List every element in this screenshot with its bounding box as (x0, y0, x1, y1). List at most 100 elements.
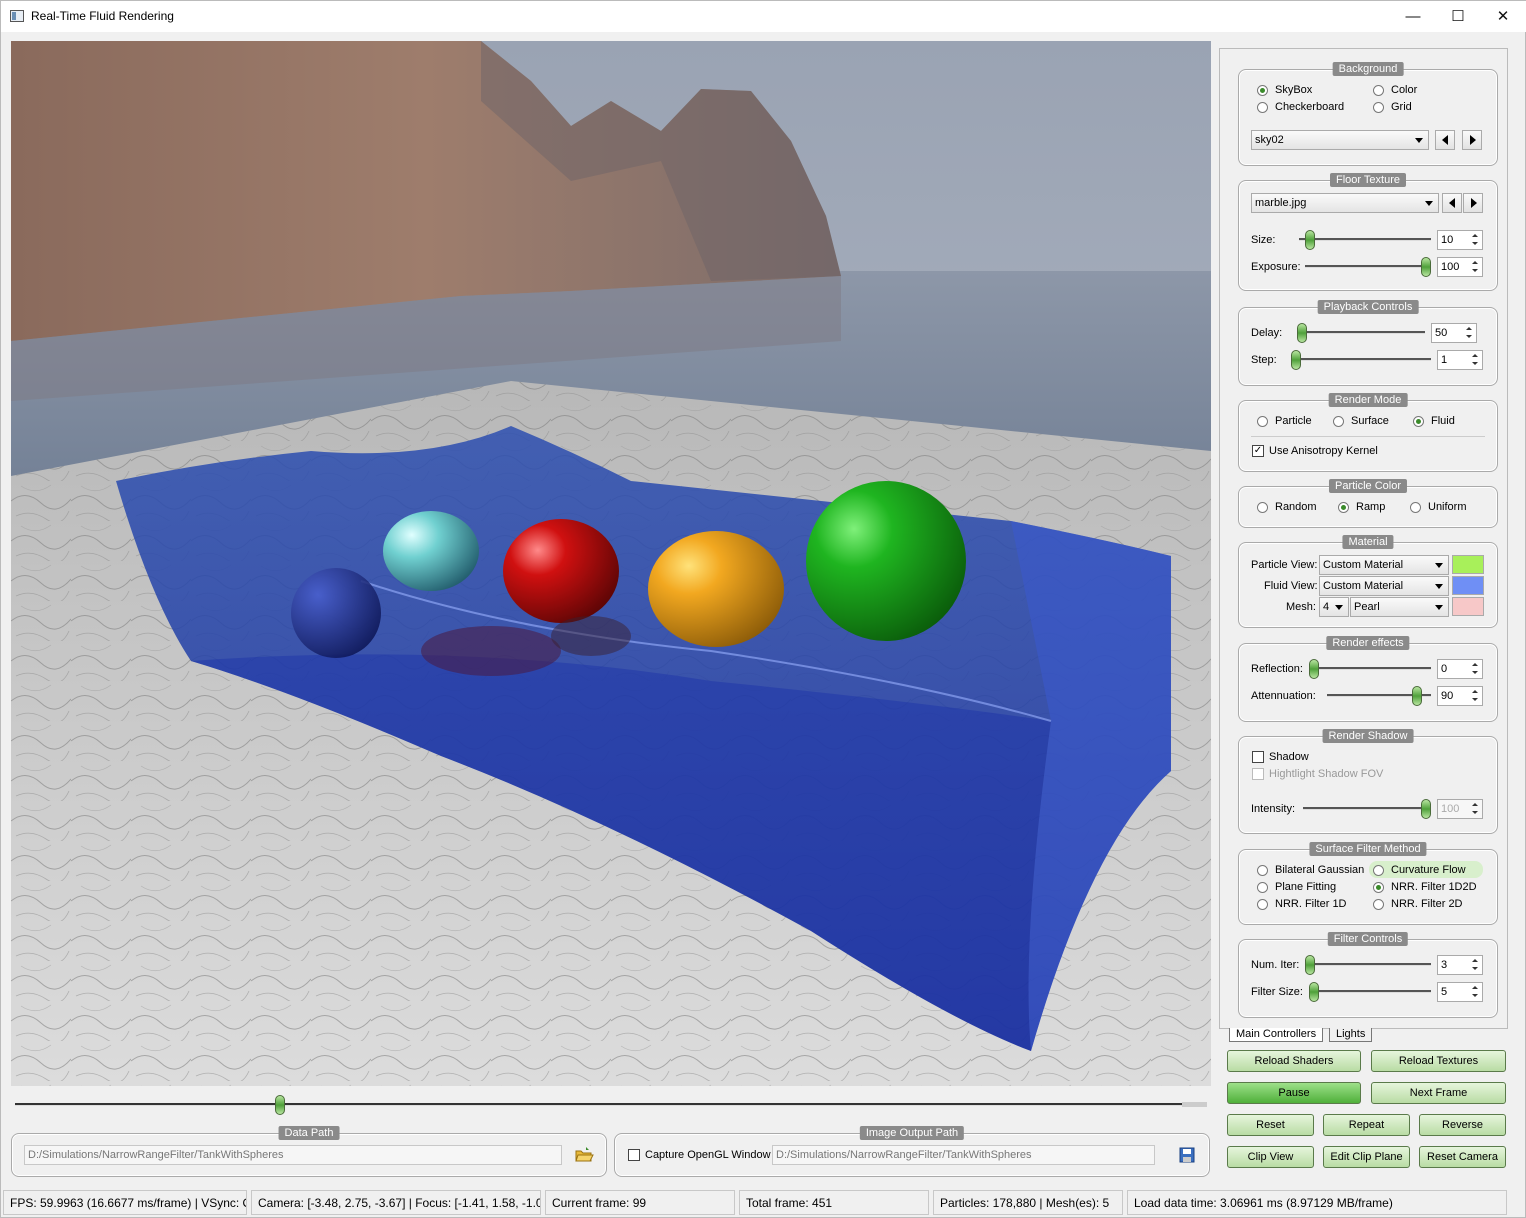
spin-down-icon[interactable] (1469, 669, 1481, 677)
checkerboard-radio[interactable] (1257, 102, 1268, 113)
floor-texture-select[interactable]: marble.jpg (1251, 193, 1439, 213)
tab-lights[interactable]: Lights (1329, 1028, 1373, 1042)
spin-down-icon[interactable] (1469, 267, 1481, 275)
skybox-select[interactable]: sky02 (1251, 130, 1429, 150)
intensity-slider[interactable] (1303, 799, 1431, 819)
delay-spinbox[interactable]: 50 (1431, 323, 1477, 343)
fluid-color-swatch[interactable] (1452, 576, 1484, 595)
reflection-spinbox[interactable]: 0 (1437, 659, 1483, 679)
capture-opengl-checkbox[interactable] (628, 1149, 640, 1161)
reset-camera-button[interactable]: Reset Camera (1419, 1146, 1506, 1168)
image-output-field[interactable]: D:/Simulations/NarrowRangeFilter/TankWit… (772, 1145, 1155, 1165)
folder-open-icon[interactable] (573, 1145, 595, 1165)
minimize-button[interactable]: — (1390, 1, 1436, 32)
nrr-filter-2d-radio[interactable] (1373, 899, 1384, 910)
reflection-slider[interactable] (1309, 659, 1431, 679)
maximize-button[interactable]: ☐ (1435, 1, 1481, 32)
spin-down-icon[interactable] (1469, 992, 1481, 1000)
spin-up-icon[interactable] (1469, 801, 1481, 809)
color-radio[interactable] (1373, 85, 1384, 96)
clip-view-button[interactable]: Clip View (1227, 1146, 1314, 1168)
timeline-slider[interactable] (15, 1095, 1207, 1115)
spin-up-icon[interactable] (1469, 688, 1481, 696)
fluid-view-select[interactable]: Custom Material (1319, 576, 1449, 596)
reset-button[interactable]: Reset (1227, 1114, 1314, 1136)
reverse-button[interactable]: Reverse (1419, 1114, 1506, 1136)
size-spinbox[interactable]: 10 (1437, 230, 1483, 250)
size-slider[interactable] (1299, 230, 1431, 250)
bilateral-gaussian-radio[interactable] (1257, 865, 1268, 876)
attenuation-spinbox[interactable]: 90 (1437, 686, 1483, 706)
spin-up-icon[interactable] (1469, 661, 1481, 669)
size-slider-handle[interactable] (1305, 230, 1315, 250)
spin-down-icon[interactable] (1469, 696, 1481, 704)
reflection-slider-handle[interactable] (1309, 659, 1319, 679)
delay-slider-handle[interactable] (1297, 323, 1307, 343)
surface-mode-radio[interactable] (1333, 416, 1344, 427)
plane-fitting-radio[interactable] (1257, 882, 1268, 893)
exposure-spinbox[interactable]: 100 (1437, 257, 1483, 277)
nrr-filter-1d-radio[interactable] (1257, 899, 1268, 910)
mesh-material-select[interactable]: Pearl (1350, 597, 1449, 617)
reload-textures-button[interactable]: Reload Textures (1371, 1050, 1506, 1072)
tab-main-controllers[interactable]: Main Controllers (1229, 1028, 1324, 1042)
spin-up-icon[interactable] (1469, 352, 1481, 360)
attenuation-slider-handle[interactable] (1412, 686, 1422, 706)
spin-up-icon[interactable] (1469, 232, 1481, 240)
nrr-filter-1d2d-radio[interactable] (1373, 882, 1384, 893)
uniform-color-radio[interactable] (1410, 502, 1421, 513)
floor-texture-next-button[interactable] (1463, 193, 1483, 213)
reload-shaders-button[interactable]: Reload Shaders (1227, 1050, 1361, 1072)
skybox-prev-button[interactable] (1435, 130, 1455, 150)
spin-down-icon[interactable] (1469, 809, 1481, 817)
curvature-flow-radio[interactable] (1373, 865, 1384, 876)
step-slider-handle[interactable] (1291, 350, 1301, 370)
intensity-spinbox[interactable]: 100 (1437, 799, 1483, 819)
spin-down-icon[interactable] (1463, 333, 1475, 341)
mesh-index-select[interactable]: 4 (1319, 597, 1349, 617)
fluid-mode-radio[interactable] (1413, 416, 1424, 427)
exposure-slider-handle[interactable] (1421, 257, 1431, 277)
spin-down-icon[interactable] (1469, 360, 1481, 368)
spin-up-icon[interactable] (1469, 984, 1481, 992)
spin-down-icon[interactable] (1469, 240, 1481, 248)
filter-size-slider-handle[interactable] (1309, 982, 1319, 1002)
ramp-color-radio[interactable] (1338, 502, 1349, 513)
filter-size-spinbox[interactable]: 5 (1437, 982, 1483, 1002)
num-iter-slider[interactable] (1305, 955, 1431, 975)
anisotropy-checkbox[interactable]: ✓ (1252, 445, 1264, 457)
step-spinbox[interactable]: 1 (1437, 350, 1483, 370)
highlight-shadow-checkbox[interactable] (1252, 768, 1264, 780)
particle-color-swatch[interactable] (1452, 555, 1484, 574)
skybox-radio[interactable] (1257, 85, 1268, 96)
attenuation-slider[interactable] (1327, 686, 1431, 706)
repeat-button[interactable]: Repeat (1323, 1114, 1410, 1136)
num-iter-spinbox[interactable]: 3 (1437, 955, 1483, 975)
grid-radio[interactable] (1373, 102, 1384, 113)
spin-up-icon[interactable] (1469, 957, 1481, 965)
filter-size-slider[interactable] (1309, 982, 1431, 1002)
spin-up-icon[interactable] (1463, 325, 1475, 333)
shadow-checkbox[interactable] (1252, 751, 1264, 763)
data-path-field[interactable]: D:/Simulations/NarrowRangeFilter/TankWit… (24, 1145, 562, 1165)
pause-button[interactable]: Pause (1227, 1082, 1361, 1104)
exposure-slider[interactable] (1305, 257, 1431, 277)
render-viewport[interactable] (11, 41, 1211, 1086)
intensity-slider-handle[interactable] (1421, 799, 1431, 819)
floor-texture-prev-button[interactable] (1442, 193, 1462, 213)
edit-clip-plane-button[interactable]: Edit Clip Plane (1323, 1146, 1410, 1168)
skybox-next-button[interactable] (1462, 130, 1482, 150)
step-slider[interactable] (1291, 350, 1431, 370)
particle-mode-radio[interactable] (1257, 416, 1268, 427)
num-iter-slider-handle[interactable] (1305, 955, 1315, 975)
spin-up-icon[interactable] (1469, 259, 1481, 267)
mesh-color-swatch[interactable] (1452, 597, 1484, 616)
close-button[interactable]: ✕ (1480, 1, 1526, 32)
particle-view-select[interactable]: Custom Material (1319, 555, 1449, 575)
timeline-handle[interactable] (275, 1095, 285, 1115)
delay-slider[interactable] (1297, 323, 1425, 343)
next-frame-button[interactable]: Next Frame (1371, 1082, 1506, 1104)
save-icon[interactable] (1176, 1145, 1198, 1165)
random-color-radio[interactable] (1257, 502, 1268, 513)
spin-down-icon[interactable] (1469, 965, 1481, 973)
